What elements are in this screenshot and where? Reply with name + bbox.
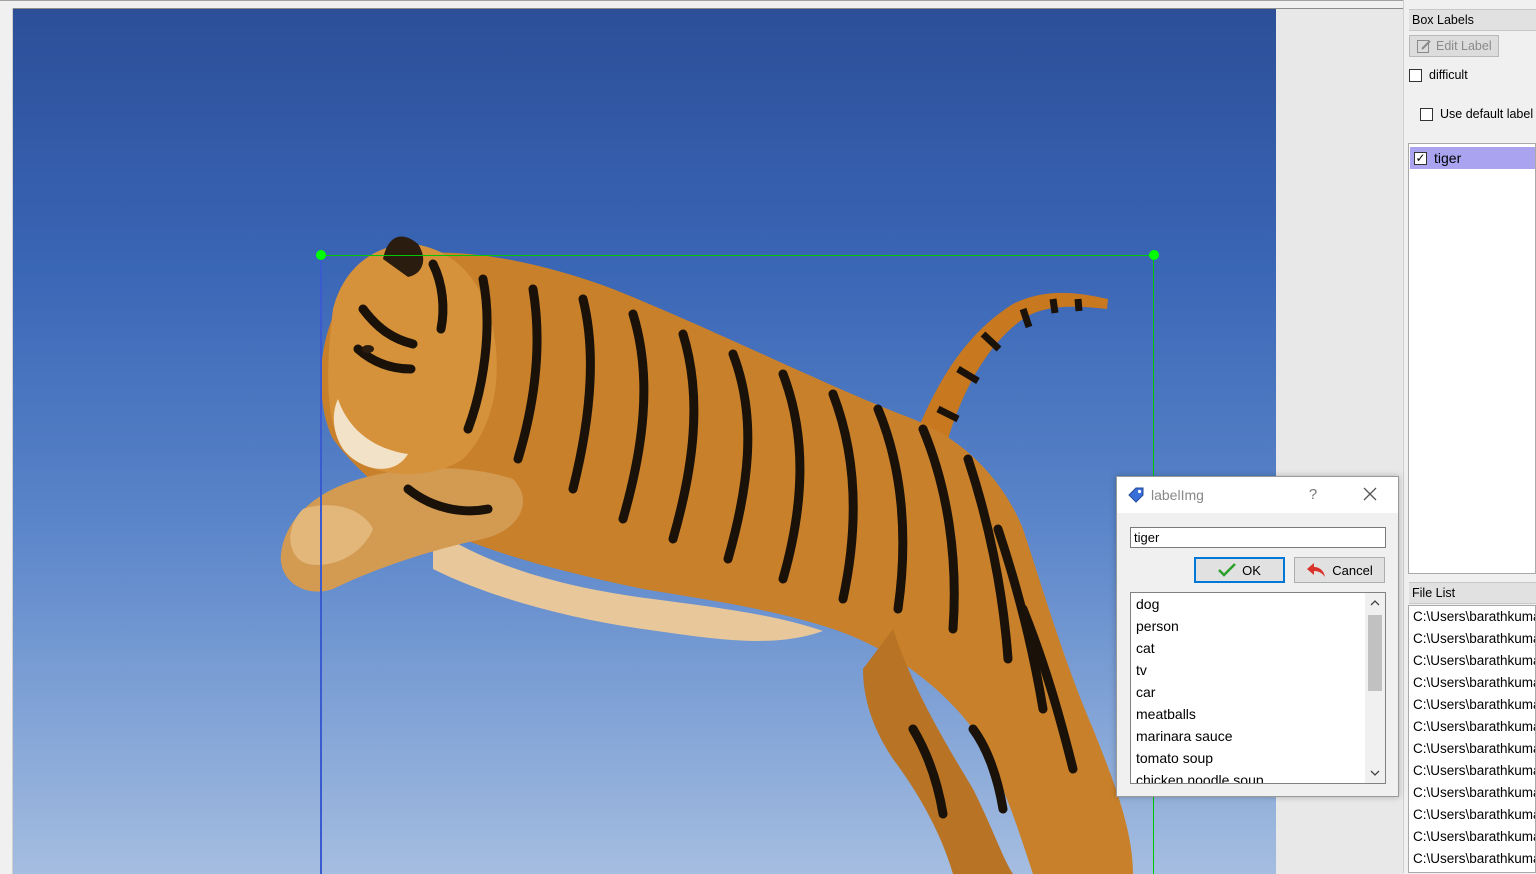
suggestion-item[interactable]: dog	[1131, 593, 1364, 615]
bounding-box-selected-edge[interactable]	[320, 259, 322, 874]
dialog-title: labelImg	[1151, 487, 1204, 503]
close-icon[interactable]	[1361, 485, 1379, 503]
file-list-item[interactable]: C:\Users\barathkumar	[1409, 738, 1535, 760]
file-list-title: File List	[1409, 582, 1536, 604]
tiger-illustration	[280, 236, 1134, 874]
cancel-button[interactable]: Cancel	[1294, 557, 1385, 583]
file-list-item[interactable]: C:\Users\barathkumar	[1409, 628, 1535, 650]
box-handle-top-left[interactable]	[316, 250, 326, 260]
edit-label-text: Edit Label	[1436, 39, 1492, 53]
box-labels-title: Box Labels	[1409, 9, 1536, 31]
edit-label-button[interactable]: Edit Label	[1409, 35, 1499, 57]
difficult-label: difficult	[1429, 68, 1468, 82]
label-dialog: labelImg ? OK Cancel dog person cat tv c…	[1116, 476, 1399, 797]
file-list-item[interactable]: C:\Users\barathkumar	[1409, 672, 1535, 694]
scroll-down-arrow-icon[interactable]	[1365, 763, 1385, 783]
use-default-label-box[interactable]	[1420, 107, 1433, 121]
suggestion-item[interactable]: tv	[1131, 659, 1364, 681]
scrollbar-thumb[interactable]	[1368, 615, 1382, 691]
suggestion-item[interactable]: cat	[1131, 637, 1364, 659]
ok-button[interactable]: OK	[1194, 557, 1285, 583]
file-list-item[interactable]: C:\Users\barathkumar	[1409, 760, 1535, 782]
file-list-item[interactable]: C:\Users\barathkumar	[1409, 848, 1535, 870]
label-list-item[interactable]: ✓ tiger	[1410, 147, 1535, 169]
toolbar-strip	[0, 1, 1403, 9]
suggestion-item[interactable]: marinara sauce	[1131, 725, 1364, 747]
help-button[interactable]: ?	[1306, 486, 1320, 503]
cancel-label: Cancel	[1332, 562, 1373, 578]
difficult-checkbox-box[interactable]	[1409, 68, 1422, 82]
check-icon	[1218, 563, 1236, 577]
dialog-titlebar[interactable]: labelImg ?	[1117, 477, 1398, 513]
use-default-label-text: Use default label	[1440, 107, 1534, 121]
label-suggestion-list[interactable]: dog person cat tv car meatballs marinara…	[1130, 592, 1386, 784]
difficult-checkbox[interactable]: difficult	[1409, 68, 1468, 82]
file-list-item[interactable]: C:\Users\barathkumar	[1409, 716, 1535, 738]
suggestion-scrollbar[interactable]	[1365, 593, 1385, 783]
label-item-text: tiger	[1434, 150, 1462, 166]
file-list-item[interactable]: C:\Users\barathkumar	[1409, 804, 1535, 826]
use-default-label-checkbox[interactable]: Use default label	[1420, 107, 1533, 121]
file-list-item[interactable]: C:\Users\barathkumar	[1409, 782, 1535, 804]
tiger-photo[interactable]	[13, 9, 1276, 874]
file-list-item[interactable]: C:\Users\barathkumar	[1409, 650, 1535, 672]
label-list[interactable]: ✓ tiger	[1408, 143, 1536, 574]
suggestion-item[interactable]: car	[1131, 681, 1364, 703]
label-item-checkbox[interactable]: ✓	[1414, 151, 1427, 165]
file-list[interactable]: C:\Users\barathkumar C:\Users\barathkuma…	[1408, 605, 1536, 873]
file-list-item[interactable]: C:\Users\barathkumar	[1409, 694, 1535, 716]
edit-icon	[1417, 40, 1431, 53]
file-list-item[interactable]: C:\Users\barathkumar	[1409, 606, 1535, 628]
scroll-up-arrow-icon[interactable]	[1365, 593, 1385, 613]
undo-arrow-icon	[1307, 563, 1326, 577]
suggestion-item[interactable]: meatballs	[1131, 703, 1364, 725]
ok-label: OK	[1242, 562, 1261, 578]
file-list-item[interactable]: C:\Users\barathkumar	[1409, 826, 1535, 848]
label-input[interactable]	[1130, 527, 1386, 548]
left-margin	[0, 8, 13, 874]
suggestion-item[interactable]: person	[1131, 615, 1364, 637]
suggestion-item[interactable]: tomato soup	[1131, 747, 1364, 769]
tag-icon	[1128, 487, 1144, 503]
suggestion-item[interactable]: chicken noodle soup	[1131, 769, 1364, 783]
box-handle-top-right[interactable]	[1149, 250, 1159, 260]
